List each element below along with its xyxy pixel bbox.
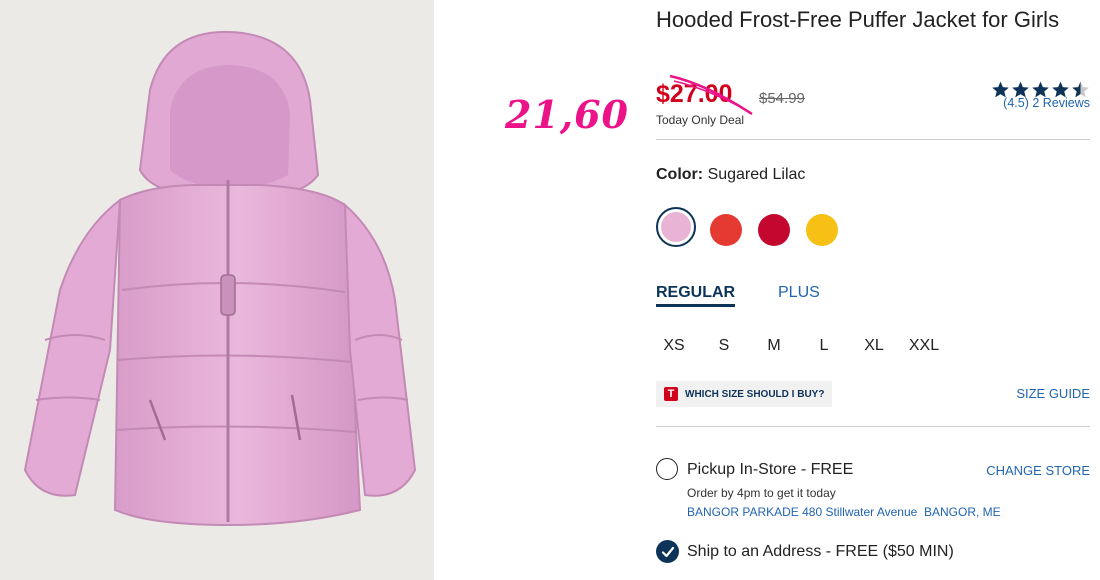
change-store-link[interactable]: CHANGE STORE (986, 463, 1090, 478)
checkmark-icon (661, 546, 674, 557)
size-option-xs[interactable]: XS (654, 337, 694, 355)
pickup-radio[interactable] (656, 458, 678, 480)
handwritten-price-note: 21,60 (505, 92, 629, 137)
ship-label[interactable]: Ship to an Address - FREE ($50 MIN) (687, 543, 954, 561)
color-label-key: Color: (656, 166, 704, 183)
swatch-yellow[interactable] (806, 214, 838, 246)
size-guide-link[interactable]: SIZE GUIDE (1016, 386, 1090, 401)
pickup-label[interactable]: Pickup In-Store - FREE (687, 461, 853, 479)
selected-color-name: Sugared Lilac (707, 166, 806, 183)
reviews-link[interactable]: (4.5) 2 Reviews (991, 96, 1090, 110)
which-size-button[interactable]: T WHICH SIZE SHOULD I BUY? (656, 381, 833, 407)
tab-regular[interactable]: REGULAR (656, 284, 736, 307)
divider (656, 426, 1090, 427)
truefit-logo-icon: T (664, 387, 678, 401)
store-address-link[interactable]: BANGOR PARKADE 480 Stillwater Avenue BAN… (687, 505, 1001, 519)
swatch-sugared-lilac[interactable] (661, 212, 691, 242)
size-option-s[interactable]: S (704, 337, 744, 355)
divider (656, 139, 1090, 140)
swatch-crimson[interactable] (758, 214, 790, 246)
handwritten-strike-mark (669, 74, 753, 116)
ship-radio-checked[interactable] (656, 540, 679, 563)
color-label: Color: Sugared Lilac (656, 166, 805, 184)
rating-block[interactable]: (4.5) 2 Reviews (991, 80, 1090, 110)
tab-plus[interactable]: PLUS (778, 284, 820, 302)
size-option-m[interactable]: M (754, 337, 794, 355)
puffer-jacket-illustration (23, 30, 417, 527)
order-by-text: Order by 4pm to get it today (687, 486, 836, 500)
size-option-xl[interactable]: XL (854, 337, 894, 355)
size-option-l[interactable]: L (804, 337, 844, 355)
product-title: Hooded Frost-Free Puffer Jacket for Girl… (656, 7, 1060, 32)
product-image (0, 0, 434, 580)
which-size-label: WHICH SIZE SHOULD I BUY? (685, 388, 825, 400)
swatch-red[interactable] (710, 214, 742, 246)
size-option-xxl[interactable]: XXL (904, 337, 944, 355)
original-price: $54.99 (759, 90, 805, 107)
deal-label: Today Only Deal (656, 113, 745, 127)
